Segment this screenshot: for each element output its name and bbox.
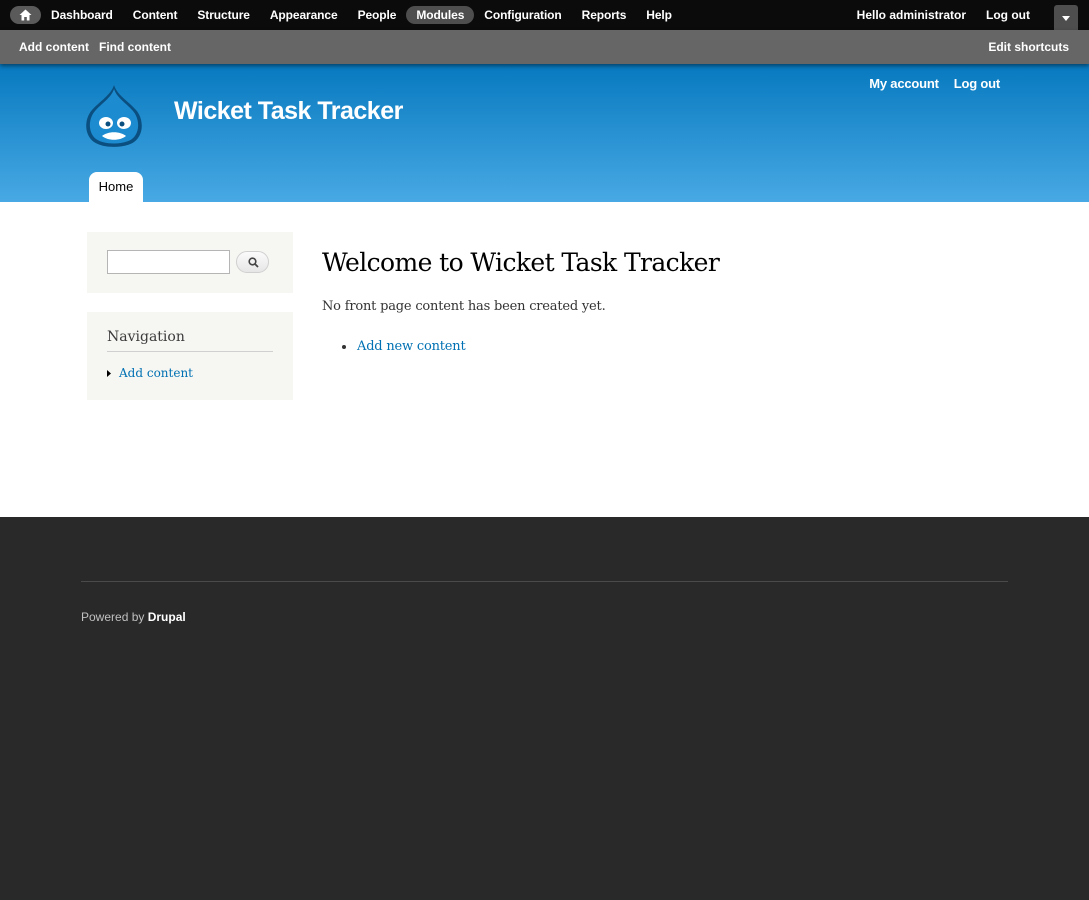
toolbar-item-help[interactable]: Help <box>636 6 682 24</box>
search-block <box>87 232 293 293</box>
toolbar-item-reports[interactable]: Reports <box>572 6 637 24</box>
powered-prefix: Powered by <box>81 610 148 624</box>
site-name[interactable]: Wicket Task Tracker <box>174 97 403 126</box>
header-logout-link[interactable]: Log out <box>954 76 1000 91</box>
username-link[interactable]: administrator <box>889 8 966 22</box>
bullet <box>342 344 346 349</box>
list-item: Add new content <box>342 339 466 354</box>
footer-divider <box>81 581 1008 582</box>
toolbar-item-modules[interactable]: Modules <box>406 6 475 24</box>
toolbar-menu: Dashboard Content Structure Appearance P… <box>41 0 682 30</box>
shortcuts-toggle-button[interactable] <box>1054 5 1078 30</box>
toolbar-item-people[interactable]: People <box>348 6 407 24</box>
add-new-content-link[interactable]: Add new content <box>357 339 466 354</box>
triangle-right-icon <box>107 369 111 377</box>
shortcut-find-content[interactable]: Find content <box>99 40 171 54</box>
chevron-down-icon <box>1062 16 1070 21</box>
search-button[interactable] <box>236 251 269 273</box>
home-button[interactable] <box>10 6 41 24</box>
secondary-menu: My account Log out <box>854 76 1000 91</box>
toolbar-item-content[interactable]: Content <box>123 6 188 24</box>
navigation-block: Navigation Add content <box>87 312 293 400</box>
shortcuts-bar: Add content Find content Edit shortcuts <box>0 30 1089 64</box>
site-logo[interactable] <box>84 83 144 154</box>
toolbar-item-configuration[interactable]: Configuration <box>474 6 571 24</box>
toolbar-item-appearance[interactable]: Appearance <box>260 6 348 24</box>
toolbar-item-dashboard[interactable]: Dashboard <box>41 6 123 24</box>
tab-home[interactable]: Home <box>89 172 143 202</box>
nav-add-content-link[interactable]: Add content <box>119 366 193 380</box>
hello-prefix: Hello <box>856 8 890 22</box>
page-title: Welcome to Wicket Task Tracker <box>322 248 720 277</box>
toolbar-user: Hello administrator Log out <box>857 0 1030 30</box>
drupal-drop-icon <box>86 85 142 147</box>
main-content-area: Navigation Add content Welcome to Wicket… <box>0 202 1089 517</box>
search-icon <box>248 257 259 268</box>
nav-item-add-content: Add content <box>107 366 193 380</box>
toolbar-item-structure[interactable]: Structure <box>187 6 259 24</box>
edit-shortcuts-link[interactable]: Edit shortcuts <box>988 40 1069 54</box>
hello-text: Hello administrator <box>857 8 966 22</box>
site-header: Wicket Task Tracker My account Log out H… <box>0 64 1089 202</box>
my-account-link[interactable]: My account <box>869 76 939 91</box>
drupal-link[interactable]: Drupal <box>148 610 186 624</box>
search-input[interactable] <box>107 250 230 274</box>
toolbar-logout-link[interactable]: Log out <box>986 8 1030 22</box>
empty-message: No front page content has been created y… <box>322 299 606 314</box>
shortcut-add-content[interactable]: Add content <box>19 40 89 54</box>
navigation-title: Navigation <box>107 329 273 352</box>
home-icon <box>19 9 32 21</box>
powered-by: Powered by Drupal <box>81 610 186 624</box>
admin-toolbar: Dashboard Content Structure Appearance P… <box>0 0 1089 30</box>
